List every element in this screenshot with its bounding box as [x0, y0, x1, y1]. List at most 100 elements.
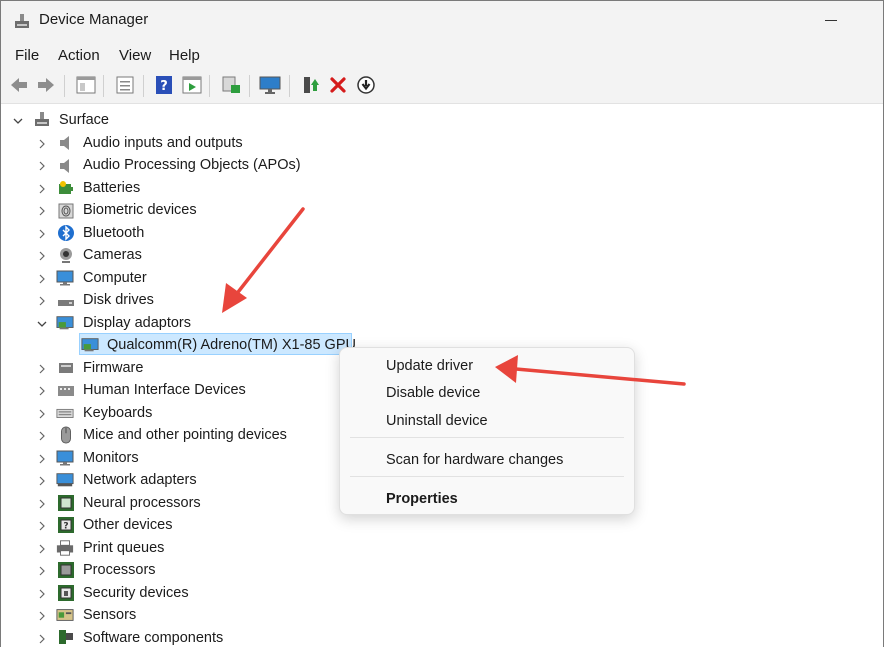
- properties-menu-item[interactable]: Properties: [386, 491, 458, 507]
- chevron-right-icon[interactable]: [37, 161, 47, 171]
- forward-icon[interactable]: [35, 74, 57, 96]
- monitor-icon: [56, 450, 74, 466]
- computer-root-icon: [35, 112, 49, 126]
- printer-icon: [56, 540, 74, 556]
- device-manager-window: Device Manager File Action View Help ? S…: [0, 0, 884, 647]
- camera-icon: [60, 248, 72, 263]
- chevron-right-icon[interactable]: [37, 184, 47, 194]
- back-icon[interactable]: [8, 74, 30, 96]
- tree-label: Print queues: [83, 540, 165, 556]
- chevron-right-icon[interactable]: [37, 139, 47, 149]
- keyboard-icon: [56, 408, 74, 418]
- display-adapter-icon: [56, 316, 74, 330]
- run-icon[interactable]: [181, 74, 203, 96]
- tree-label: Neural processors: [83, 495, 201, 511]
- chevron-right-icon[interactable]: [37, 521, 47, 531]
- chevron-right-icon[interactable]: [37, 296, 47, 306]
- tree-label: Sensors: [83, 607, 137, 623]
- tree-label: Disk drives: [83, 292, 154, 308]
- uninstall-device-menu-item[interactable]: Uninstall device: [386, 413, 488, 429]
- monitor-icon: [56, 270, 74, 286]
- hid-icon: [58, 386, 74, 396]
- context-menu: Update driver Disable device Uninstall d…: [339, 347, 635, 515]
- chevron-right-icon[interactable]: [37, 229, 47, 239]
- minimize-button[interactable]: [825, 20, 837, 21]
- unknown-device-icon: ?: [58, 517, 74, 533]
- properties-pane-icon[interactable]: [75, 74, 97, 96]
- chevron-right-icon[interactable]: [37, 409, 47, 419]
- chevron-right-icon[interactable]: [37, 454, 47, 464]
- menu-help[interactable]: Help: [169, 47, 200, 64]
- chevron-right-icon[interactable]: [37, 499, 47, 509]
- scan-hardware-icon[interactable]: [220, 74, 242, 96]
- help-icon[interactable]: ?: [153, 74, 175, 96]
- tree-label: Bluetooth: [83, 225, 145, 241]
- scan-hardware-menu-item[interactable]: Scan for hardware changes: [386, 452, 563, 468]
- battery-icon: [59, 181, 73, 194]
- menu-view[interactable]: View: [119, 47, 151, 64]
- chevron-right-icon[interactable]: [37, 274, 47, 284]
- network-adapter-icon: [56, 473, 74, 487]
- menu-separator: [350, 437, 624, 438]
- list-icon[interactable]: [114, 74, 136, 96]
- disable-device-menu-item[interactable]: Disable device: [386, 385, 480, 401]
- speaker-icon: [60, 159, 69, 173]
- security-chip-icon: [58, 585, 74, 601]
- chevron-right-icon[interactable]: [37, 251, 47, 261]
- tree-label: Other devices: [83, 517, 173, 533]
- svg-text:?: ?: [160, 79, 168, 94]
- tree-label: Computer: [83, 270, 147, 286]
- sensor-icon: [56, 609, 74, 621]
- chevron-down-icon[interactable]: [13, 116, 23, 126]
- chevron-right-icon[interactable]: [37, 634, 47, 644]
- chevron-down-icon[interactable]: [37, 319, 47, 329]
- tree-label: Audio inputs and outputs: [83, 135, 243, 151]
- tree-label: Security devices: [83, 585, 189, 601]
- selected-device-label[interactable]: Qualcomm(R) Adreno(TM) X1-85 GPU: [107, 337, 356, 353]
- menu-action[interactable]: Action: [58, 47, 100, 64]
- chevron-right-icon[interactable]: [37, 566, 47, 576]
- device-manager-app-icon: [15, 14, 29, 28]
- menu-bar: File Action View Help: [1, 41, 883, 69]
- tree-label: Cameras: [83, 247, 142, 263]
- chevron-right-icon[interactable]: [37, 611, 47, 621]
- toolbar: ?: [1, 69, 883, 104]
- gpu-adapter-icon: [81, 338, 99, 352]
- uninstall-icon[interactable]: [327, 74, 349, 96]
- svg-text:?: ?: [63, 522, 68, 532]
- mouse-icon: [61, 426, 71, 444]
- chevron-right-icon[interactable]: [37, 476, 47, 486]
- speaker-icon: [60, 136, 69, 150]
- update-driver-menu-item[interactable]: Update driver: [386, 358, 473, 374]
- tree-label: Human Interface Devices: [83, 382, 246, 398]
- monitor-icon[interactable]: [259, 74, 281, 96]
- tree-label: Network adapters: [83, 472, 197, 488]
- tree-label: Display adaptors: [83, 315, 191, 331]
- tree-label: Monitors: [83, 450, 139, 466]
- chevron-right-icon[interactable]: [37, 206, 47, 216]
- tree-root-label[interactable]: Surface: [59, 112, 109, 128]
- window-title: Device Manager: [39, 11, 149, 28]
- title-bar: Device Manager: [1, 1, 883, 41]
- chevron-right-icon[interactable]: [37, 431, 47, 441]
- tree-label: Audio Processing Objects (APOs): [83, 157, 301, 173]
- tree-label: Processors: [83, 562, 156, 578]
- chevron-right-icon[interactable]: [37, 386, 47, 396]
- tree-label: Biometric devices: [83, 202, 197, 218]
- chevron-right-icon[interactable]: [37, 589, 47, 599]
- software-component-icon: [59, 630, 73, 644]
- tree-label: Batteries: [83, 180, 141, 196]
- chevron-right-icon[interactable]: [37, 544, 47, 554]
- menu-separator: [350, 476, 624, 477]
- bluetooth-icon: [58, 225, 74, 241]
- chevron-right-icon[interactable]: [37, 364, 47, 374]
- tree-label: Software components: [83, 630, 224, 646]
- update-driver-icon[interactable]: [300, 74, 322, 96]
- tree-label: Firmware: [83, 360, 144, 376]
- firmware-icon: [59, 363, 73, 373]
- processor-icon: [58, 562, 74, 578]
- disable-icon[interactable]: [355, 74, 377, 96]
- tree-label: Keyboards: [83, 405, 153, 421]
- menu-file[interactable]: File: [15, 47, 39, 64]
- chip-icon: [58, 495, 74, 511]
